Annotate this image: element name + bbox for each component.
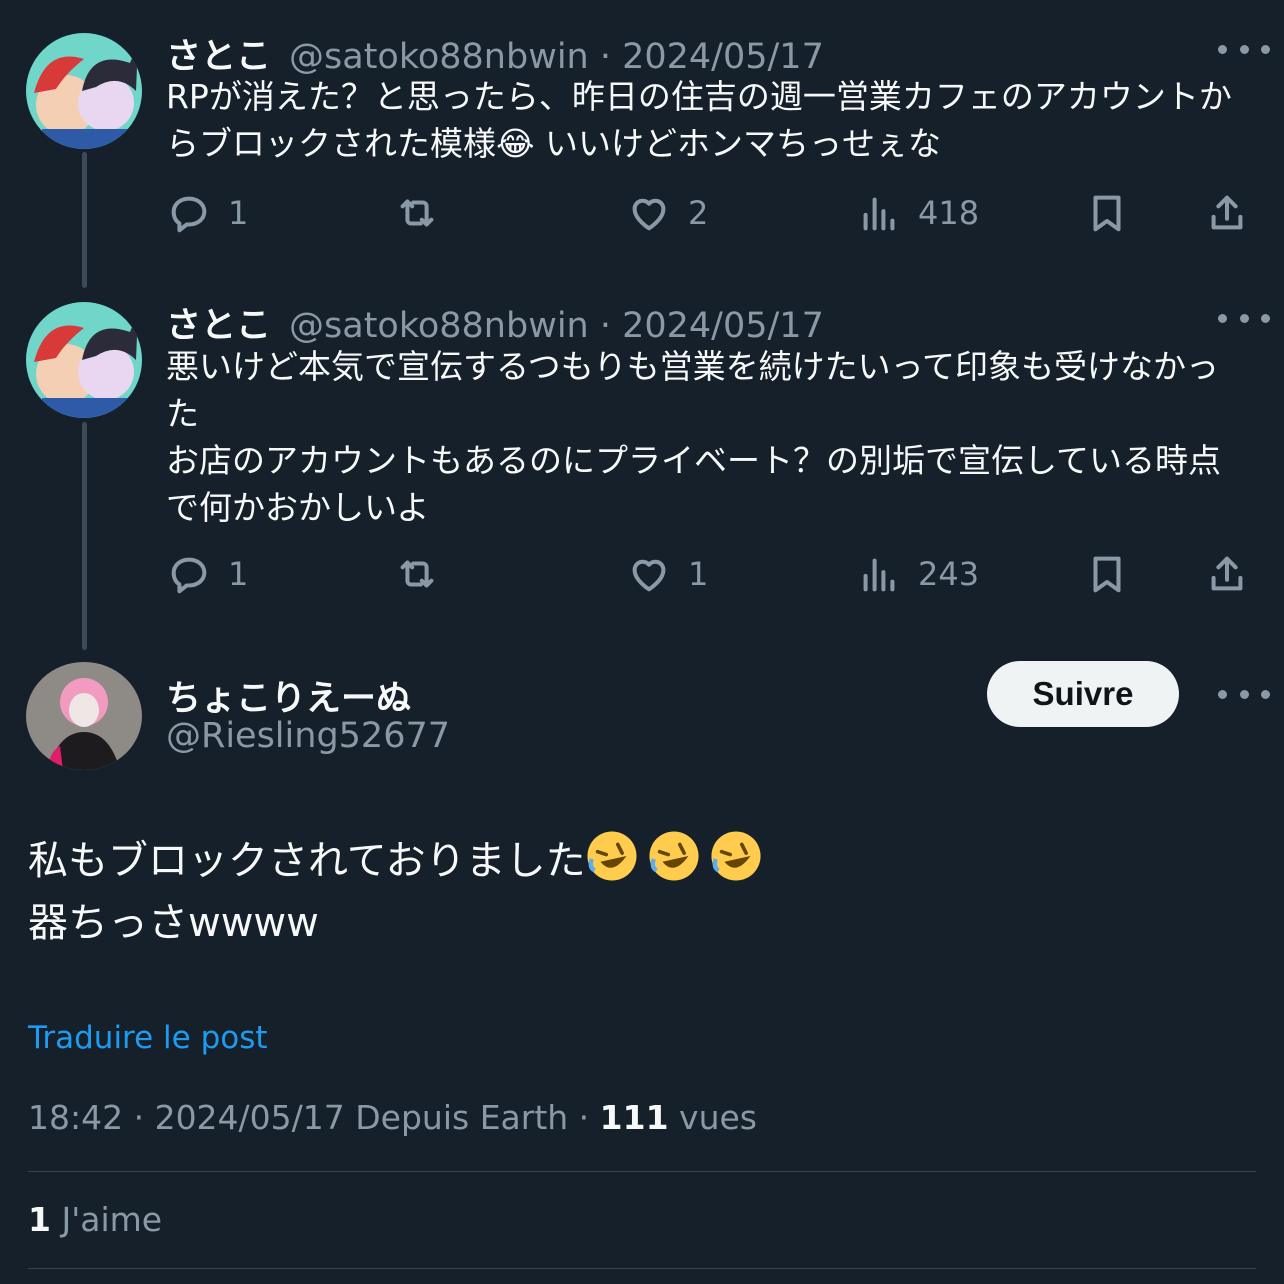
tweet-text: 悪いけど本気で宣伝するつもりも営業を続けたいって印象も受けなかった お店のアカウ… xyxy=(166,347,1222,527)
like-icon xyxy=(632,559,666,592)
divider xyxy=(28,1171,1256,1172)
tweet-text-line1: 私もブロックされておりました xyxy=(28,838,586,884)
views-total: 111 xyxy=(599,1098,669,1137)
like-button[interactable]: 1 xyxy=(626,549,708,599)
avatar[interactable] xyxy=(26,662,142,770)
thread-line xyxy=(82,422,87,650)
rolling-laughing-emoji-icon xyxy=(587,831,637,881)
avatar[interactable] xyxy=(26,33,142,149)
more-icon[interactable] xyxy=(1218,34,1270,64)
tweet-header: さとこ @satoko88nbwin · 2024/05/17 xyxy=(166,28,824,79)
views-icon xyxy=(863,558,895,592)
share-button[interactable] xyxy=(1204,549,1250,599)
reply-count: 1 xyxy=(228,555,249,593)
reply-icon xyxy=(171,557,207,594)
timestamp: 18:42 · 2024/05/17 Depuis Earth · 111 vu… xyxy=(28,1098,757,1137)
tweet-header: さとこ @satoko88nbwin · 2024/05/17 xyxy=(166,297,824,348)
bookmark-button[interactable] xyxy=(1084,188,1130,238)
reply-count: 1 xyxy=(228,194,249,232)
reply-button[interactable]: 1 xyxy=(166,188,248,238)
translate-link[interactable]: Traduire le post xyxy=(28,1020,268,1056)
follow-button[interactable]: Suivre xyxy=(987,661,1179,727)
like-icon xyxy=(632,198,666,231)
bookmark-icon xyxy=(1093,195,1121,232)
avatar[interactable] xyxy=(26,302,142,418)
tweet-text-line2: 器ちっさwwww xyxy=(28,900,319,946)
like-count: 2 xyxy=(688,194,709,232)
bookmark-icon xyxy=(1093,556,1121,593)
handle-date: @satoko88nbwin · 2024/05/17 xyxy=(289,37,824,77)
handle[interactable]: @Riesling52677 xyxy=(166,716,450,756)
display-name[interactable]: ちょこりえーぬ xyxy=(166,670,411,721)
tweet-text: 私もブロックされておりました 器ちっさwwww xyxy=(28,830,1248,954)
views-button[interactable]: 418 xyxy=(856,188,979,238)
handle-date: @satoko88nbwin · 2024/05/17 xyxy=(289,306,824,346)
display-name[interactable]: さとこ xyxy=(166,37,271,77)
action-bar: 1 2 418 xyxy=(166,188,1256,238)
share-icon xyxy=(1211,556,1243,591)
display-name[interactable]: さとこ xyxy=(166,306,271,346)
retweet-button[interactable] xyxy=(394,188,440,238)
retweet-icon xyxy=(400,560,434,588)
thread-line xyxy=(82,152,87,288)
share-icon xyxy=(1211,195,1243,230)
reply-icon xyxy=(171,196,207,233)
reply-button[interactable]: 1 xyxy=(166,549,248,599)
like-count: 1 xyxy=(688,555,709,593)
divider xyxy=(28,1268,1256,1269)
likes-total: 1 xyxy=(28,1200,51,1239)
time-source: 18:42 · 2024/05/17 Depuis Earth · xyxy=(28,1098,600,1137)
share-button[interactable] xyxy=(1204,188,1250,238)
views-label: vues xyxy=(668,1098,757,1137)
tweet-text: RPが消えた？と思ったら、昨日の住吉の週一営業カフェのアカウントからブロックされ… xyxy=(166,77,1232,163)
rolling-laughing-emoji-icon xyxy=(711,831,761,881)
more-icon[interactable] xyxy=(1218,679,1270,709)
action-bar: 1 1 243 xyxy=(166,549,1256,599)
more-icon[interactable] xyxy=(1218,303,1270,333)
likes-summary[interactable]: 1 J'aime xyxy=(28,1200,162,1239)
retweet-icon xyxy=(400,199,434,227)
views-button[interactable]: 243 xyxy=(856,549,979,599)
views-count: 418 xyxy=(918,194,980,232)
likes-label: J'aime xyxy=(50,1200,163,1239)
views-icon xyxy=(863,197,895,231)
retweet-button[interactable] xyxy=(394,549,440,599)
views-count: 243 xyxy=(918,555,980,593)
like-button[interactable]: 2 xyxy=(626,188,708,238)
bookmark-button[interactable] xyxy=(1084,549,1130,599)
rolling-laughing-emoji-icon xyxy=(649,831,699,881)
